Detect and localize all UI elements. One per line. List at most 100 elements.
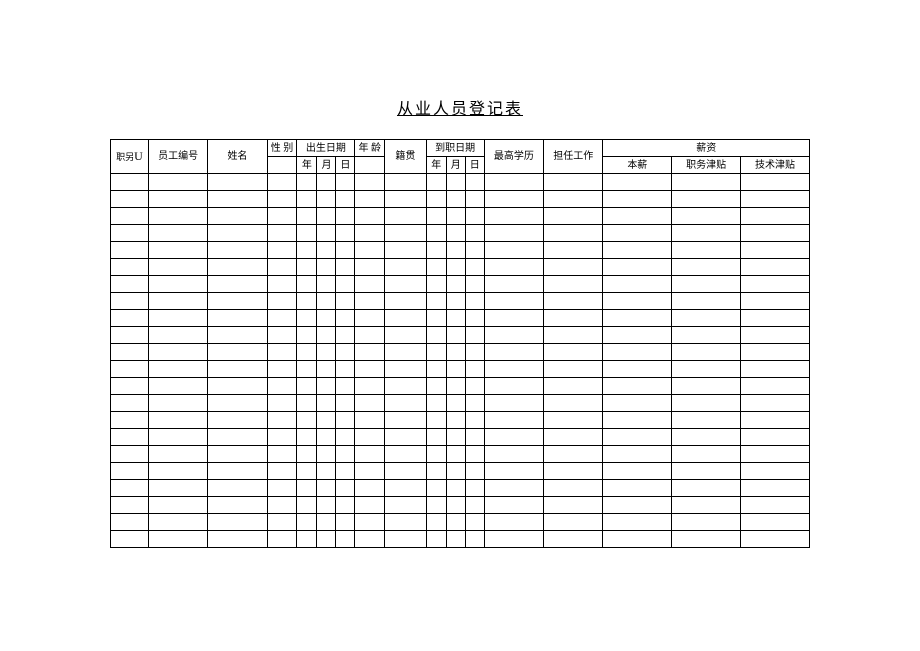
table-cell [355, 242, 385, 259]
table-cell [148, 174, 207, 191]
table-cell [267, 242, 297, 259]
table-cell [672, 497, 741, 514]
table-cell [484, 293, 543, 310]
table-cell [544, 480, 603, 497]
table-cell [672, 480, 741, 497]
table-cell [267, 208, 297, 225]
table-cell [603, 395, 672, 412]
table-cell [297, 378, 317, 395]
table-cell [465, 378, 484, 395]
table-cell [426, 412, 446, 429]
table-cell [426, 429, 446, 446]
table-cell [336, 412, 355, 429]
table-cell [484, 310, 543, 327]
table-cell [267, 446, 297, 463]
table-cell [465, 293, 484, 310]
table-cell [317, 531, 336, 548]
table-cell [603, 191, 672, 208]
table-cell [741, 497, 810, 514]
table-cell [297, 412, 317, 429]
table-cell [603, 310, 672, 327]
table-cell [111, 293, 149, 310]
table-cell [336, 293, 355, 310]
table-cell [355, 446, 385, 463]
table-cell [317, 242, 336, 259]
table-cell [484, 412, 543, 429]
table-cell [741, 225, 810, 242]
table-cell [208, 208, 267, 225]
table-row [111, 174, 810, 191]
table-cell [111, 344, 149, 361]
table-cell [297, 225, 317, 242]
header-education: 最高学历 [484, 140, 543, 174]
table-cell [446, 327, 465, 344]
table-cell [446, 344, 465, 361]
table-row [111, 344, 810, 361]
table-cell [672, 225, 741, 242]
table-cell [484, 327, 543, 344]
table-cell [465, 208, 484, 225]
table-cell [297, 259, 317, 276]
table-cell [111, 225, 149, 242]
table-cell [336, 497, 355, 514]
table-cell [297, 429, 317, 446]
table-cell [385, 480, 427, 497]
table-cell [111, 259, 149, 276]
table-cell [446, 412, 465, 429]
table-body [111, 174, 810, 548]
table-cell [148, 344, 207, 361]
table-cell [426, 480, 446, 497]
table-row [111, 191, 810, 208]
table-cell [111, 429, 149, 446]
table-cell [603, 531, 672, 548]
table-cell [267, 514, 297, 531]
table-cell [446, 497, 465, 514]
table-cell [111, 191, 149, 208]
table-cell [465, 174, 484, 191]
table-cell [446, 174, 465, 191]
table-cell [336, 446, 355, 463]
table-row [111, 446, 810, 463]
table-cell [208, 293, 267, 310]
table-cell [426, 208, 446, 225]
table-cell [355, 225, 385, 242]
table-cell [148, 242, 207, 259]
table-cell [385, 378, 427, 395]
table-cell [355, 429, 385, 446]
table-cell [355, 310, 385, 327]
table-cell [484, 446, 543, 463]
table-cell [741, 276, 810, 293]
table-cell [544, 208, 603, 225]
table-cell [741, 395, 810, 412]
table-cell [385, 174, 427, 191]
table-cell [672, 429, 741, 446]
table-cell [336, 310, 355, 327]
table-cell [355, 208, 385, 225]
table-cell [355, 191, 385, 208]
table-cell [465, 259, 484, 276]
table-cell [484, 276, 543, 293]
table-cell [446, 514, 465, 531]
header-salary-tech: 技术津贴 [741, 157, 810, 174]
table-cell [317, 276, 336, 293]
header-age-sub [355, 157, 385, 174]
table-cell [355, 395, 385, 412]
table-cell [484, 344, 543, 361]
table-cell [465, 429, 484, 446]
table-cell [426, 344, 446, 361]
table-cell [385, 361, 427, 378]
table-row [111, 259, 810, 276]
table-cell [544, 361, 603, 378]
table-cell [148, 514, 207, 531]
table-cell [741, 446, 810, 463]
table-cell [111, 497, 149, 514]
table-cell [297, 174, 317, 191]
table-cell [336, 225, 355, 242]
table-cell [317, 208, 336, 225]
table-cell [446, 446, 465, 463]
table-cell [317, 514, 336, 531]
table-cell [385, 531, 427, 548]
table-cell [544, 463, 603, 480]
table-cell [111, 463, 149, 480]
table-cell [385, 395, 427, 412]
